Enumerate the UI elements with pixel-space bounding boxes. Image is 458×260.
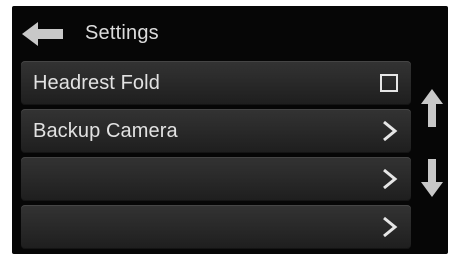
- row-chevron: [379, 215, 401, 239]
- headrest-fold-checkbox[interactable]: [379, 71, 401, 95]
- checkbox-icon: [380, 74, 398, 92]
- scroll-down-button[interactable]: [420, 158, 444, 198]
- chevron-right-icon: [383, 216, 398, 238]
- back-arrow-icon: [22, 22, 63, 46]
- page-title: Settings: [85, 22, 159, 44]
- arrow-up-icon: [421, 89, 443, 127]
- setting-row-backup-camera[interactable]: Backup Camera: [21, 109, 411, 153]
- chevron-right-icon: [383, 120, 398, 142]
- scroll-up-button[interactable]: [420, 88, 444, 128]
- row-chevron: [379, 167, 401, 191]
- setting-label: Backup Camera: [33, 120, 178, 142]
- header: Settings: [12, 6, 448, 58]
- back-button[interactable]: [21, 20, 65, 48]
- setting-row-empty-1[interactable]: [21, 157, 411, 201]
- setting-label: Headrest Fold: [33, 72, 160, 94]
- backup-camera-chevron: [379, 119, 401, 143]
- settings-screen: Settings Headrest Fold Backup Camera: [12, 6, 448, 254]
- arrow-down-icon: [421, 159, 443, 197]
- setting-row-headrest-fold[interactable]: Headrest Fold: [21, 61, 411, 105]
- settings-list: Headrest Fold Backup Camera: [21, 61, 411, 253]
- setting-row-empty-2[interactable]: [21, 205, 411, 249]
- chevron-right-icon: [383, 168, 398, 190]
